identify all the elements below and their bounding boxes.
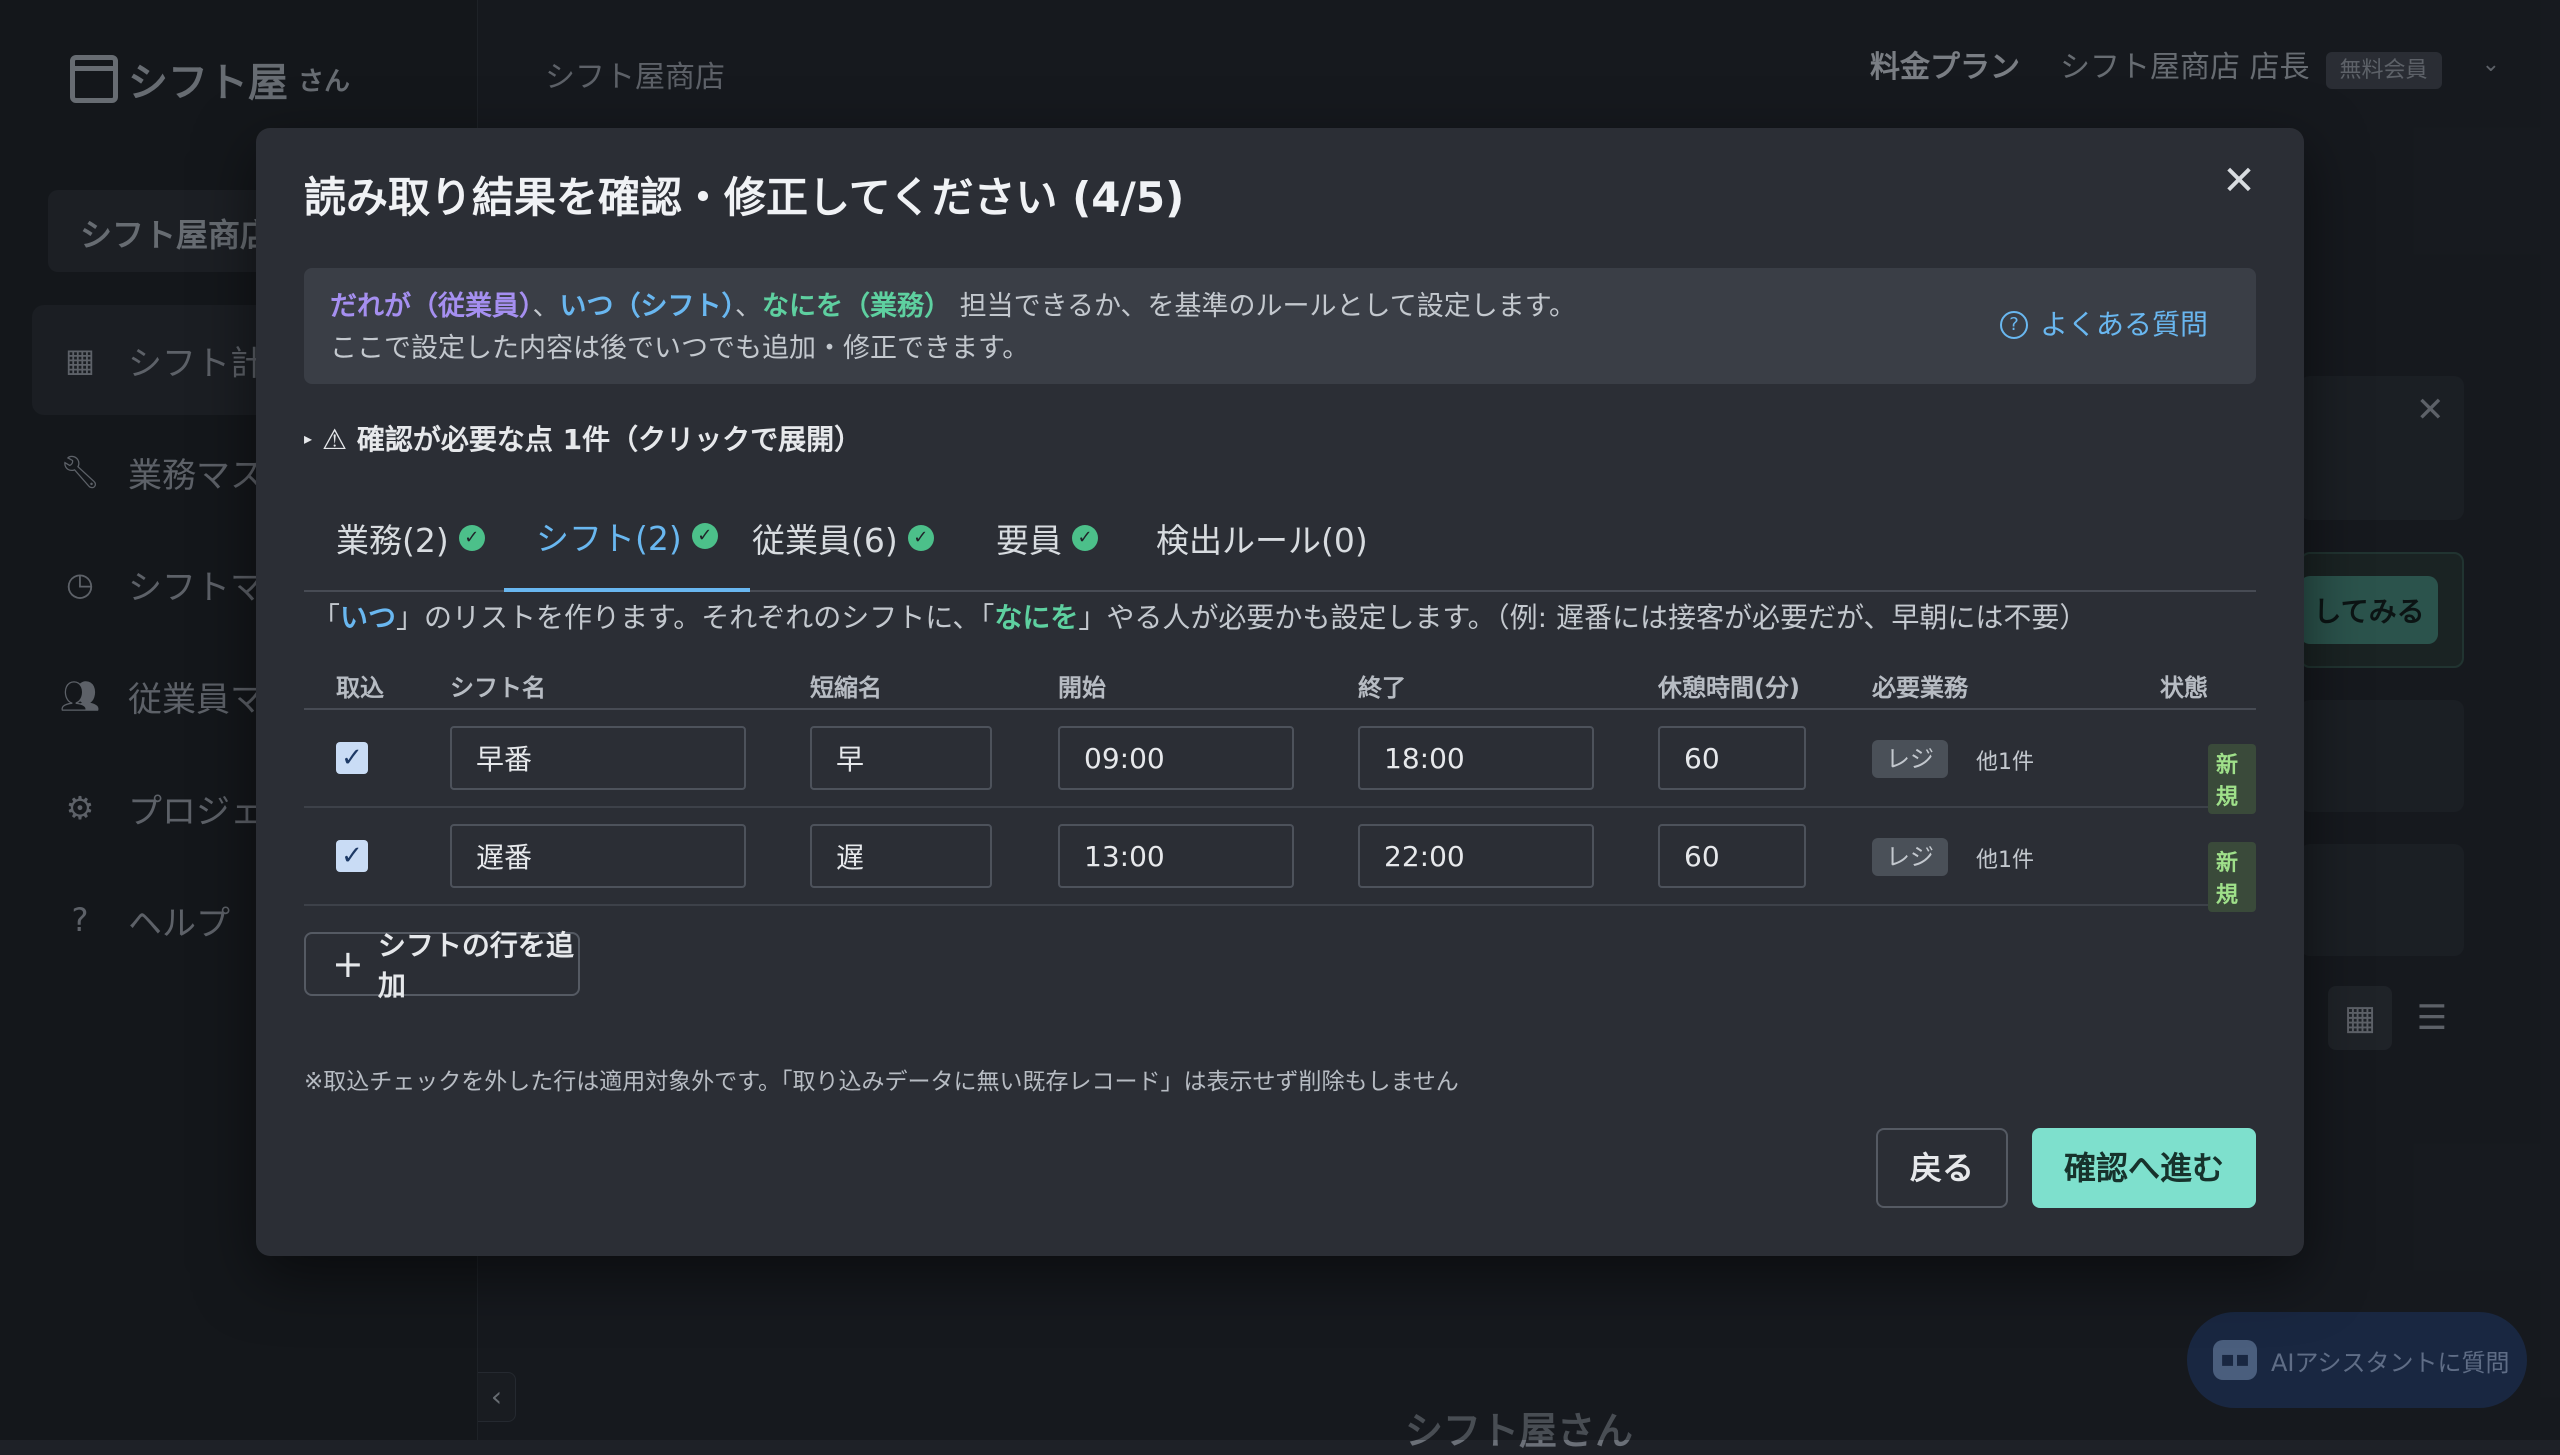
check-circle-icon: ✓ [458, 525, 485, 551]
shift-table: 取込 シフト名 短縮名 開始 終了 休憩時間(分) 必要業務 状態 ✓ レジ 他… [304, 658, 2256, 912]
faq-link[interactable]: ? よくある質問 [1999, 304, 2208, 346]
status-badge: 新規 [2208, 744, 2256, 814]
end-time-input[interactable] [1358, 726, 1594, 790]
question-circle-icon: ? [1999, 311, 2028, 339]
status-badge: 新規 [2208, 842, 2256, 912]
shift-name-input[interactable] [450, 824, 746, 888]
add-shift-row-button[interactable]: + シフトの行を追加 [304, 929, 580, 1002]
modal-title: 読み取り結果を確認・修正してください (4/5) [304, 173, 1185, 222]
end-time-input[interactable] [1358, 824, 1594, 888]
check-circle-icon: ✓ [907, 525, 934, 551]
warning-toggle[interactable]: ▸ ⚠ 確認が必要な点 1件（クリックで展開） [304, 418, 862, 458]
tab-employees[interactable]: 従業員(6) ✓ [720, 484, 966, 592]
info-line-1: だれが（従業員）、いつ（シフト）、なにを（業務） 担当できるか、を基準のルールと… [330, 291, 1577, 322]
back-button[interactable]: 戻る [1876, 1128, 2008, 1208]
import-checkbox[interactable]: ✓ [336, 742, 368, 774]
tab-description: 「いつ」のリストを作ります。それぞれのシフトに、「なにを」やる人が必要かも設定し… [312, 601, 2088, 634]
import-note: ※取込チェックを外した行は適用対象外です。「取り込みデータに無い既存レコード」は… [304, 1069, 1459, 1095]
required-task-tag[interactable]: レジ [1872, 838, 1948, 876]
short-name-input[interactable] [810, 726, 992, 790]
break-minutes-input[interactable] [1658, 726, 1806, 790]
plus-icon: + [332, 942, 364, 986]
tab-shifts[interactable]: シフト(2) ✓ [504, 484, 750, 592]
proceed-to-confirm-button[interactable]: 確認へ進む [2032, 1128, 2256, 1208]
other-tasks-count[interactable]: 他1件 [1976, 842, 2034, 874]
close-icon[interactable]: ✕ [2212, 154, 2266, 208]
start-time-input[interactable] [1058, 726, 1294, 790]
tab-staffing[interactable]: 要員 ✓ [964, 484, 1130, 592]
break-minutes-input[interactable] [1658, 824, 1806, 888]
info-line-2: ここで設定した内容は後でいつでも追加・修正できます。 [330, 333, 1030, 364]
required-task-tag[interactable]: レジ [1872, 740, 1948, 778]
table-row: ✓ レジ 他1件 新規 [304, 710, 2256, 814]
info-box: だれが（従業員）、いつ（シフト）、なにを（業務） 担当できるか、を基準のルールと… [304, 268, 2256, 384]
check-circle-icon: ✓ [1072, 525, 1098, 551]
table-header: 取込 シフト名 短縮名 開始 終了 休憩時間(分) 必要業務 状態 [304, 658, 2256, 710]
other-tasks-count[interactable]: 他1件 [1976, 744, 2034, 776]
tab-tasks[interactable]: 業務(2) ✓ [304, 484, 517, 592]
short-name-input[interactable] [810, 824, 992, 888]
shift-name-input[interactable] [450, 726, 746, 790]
start-time-input[interactable] [1058, 824, 1294, 888]
tab-bar: 業務(2) ✓ シフト(2) ✓ 従業員(6) ✓ 要員 ✓ 検出ルール(0) [304, 484, 2256, 592]
check-circle-icon: ✓ [691, 523, 718, 549]
import-review-modal: 読み取り結果を確認・修正してください (4/5) ✕ だれが（従業員）、いつ（シ… [256, 128, 2304, 1256]
caret-right-icon: ▸ [304, 428, 313, 448]
import-checkbox[interactable]: ✓ [336, 840, 368, 872]
tab-detection-rules[interactable]: 検出ルール(0) [1124, 484, 1400, 592]
table-row: ✓ レジ 他1件 新規 [304, 808, 2256, 912]
